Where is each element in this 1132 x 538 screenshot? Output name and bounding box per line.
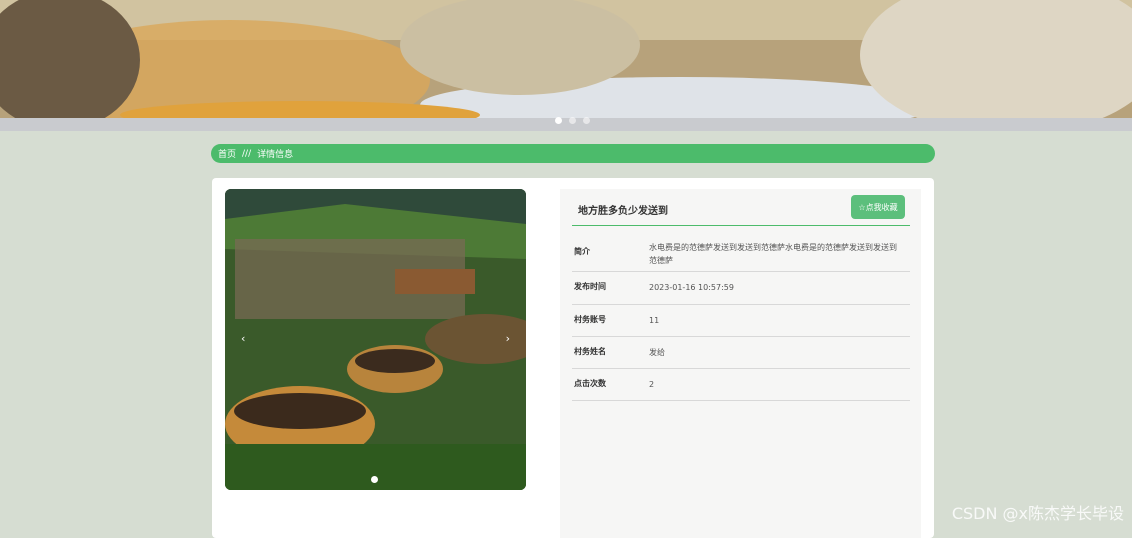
info-row-intro: 简介 水电费是的范德萨发送到发送到范德萨水电费是的范德萨发送到发送到范德萨 xyxy=(572,237,910,272)
breadcrumb-current: 详情信息 xyxy=(257,150,294,160)
banner-carousel[interactable] xyxy=(0,0,1132,131)
row-value: 发给 xyxy=(649,348,665,357)
carousel-dot[interactable] xyxy=(371,476,378,483)
detail-header: 地方胜多负少发送到 ☆点我收藏 xyxy=(572,189,910,226)
detail-title: 地方胜多负少发送到 xyxy=(578,206,668,217)
row-label: 发布时间 xyxy=(574,282,606,291)
banner-dot-3[interactable] xyxy=(583,117,590,124)
banner-dot-2[interactable] xyxy=(569,117,576,124)
banner-dot-1[interactable] xyxy=(555,117,562,124)
info-row-publish-time: 发布时间 2023-01-16 10:57:59 xyxy=(572,272,910,305)
row-value: 2 xyxy=(649,380,655,389)
detail-panel: ‹ › 地方胜多负少发送到 ☆点我收藏 简介 水电费是的范德萨发送到发送到范德萨… xyxy=(212,178,934,538)
tulou-photo xyxy=(225,189,526,490)
row-value: 2023-01-16 10:57:59 xyxy=(649,283,734,292)
breadcrumb: 首页 /// 详情信息 xyxy=(211,144,935,163)
watermark: CSDN @x陈杰学长毕设 xyxy=(951,504,1124,523)
row-label: 村务姓名 xyxy=(574,347,606,356)
breadcrumb-separator: /// xyxy=(242,148,252,159)
detail-image-carousel[interactable]: ‹ › xyxy=(225,189,526,490)
carousel-prev-icon[interactable]: ‹ xyxy=(241,332,245,345)
detail-info: 地方胜多负少发送到 ☆点我收藏 简介 水电费是的范德萨发送到发送到范德萨水电费是… xyxy=(560,189,921,538)
info-row-name: 村务姓名 发给 xyxy=(572,337,910,369)
breadcrumb-home[interactable]: 首页 xyxy=(218,147,236,160)
row-label: 简介 xyxy=(574,247,590,256)
banner-dots[interactable] xyxy=(555,117,590,124)
carousel-next-icon[interactable]: › xyxy=(506,332,510,345)
banner-image xyxy=(0,0,1132,131)
info-row-account: 村务账号 11 xyxy=(572,305,910,337)
row-value: 11 xyxy=(649,316,660,325)
row-label: 村务账号 xyxy=(574,315,606,324)
favorite-button[interactable]: ☆点我收藏 xyxy=(851,195,905,219)
row-label: 点击次数 xyxy=(574,379,606,388)
info-row-clicks: 点击次数 2 xyxy=(572,369,910,401)
row-value: 水电费是的范德萨发送到发送到范德萨水电费是的范德萨发送到发送到范德萨 xyxy=(649,243,897,265)
